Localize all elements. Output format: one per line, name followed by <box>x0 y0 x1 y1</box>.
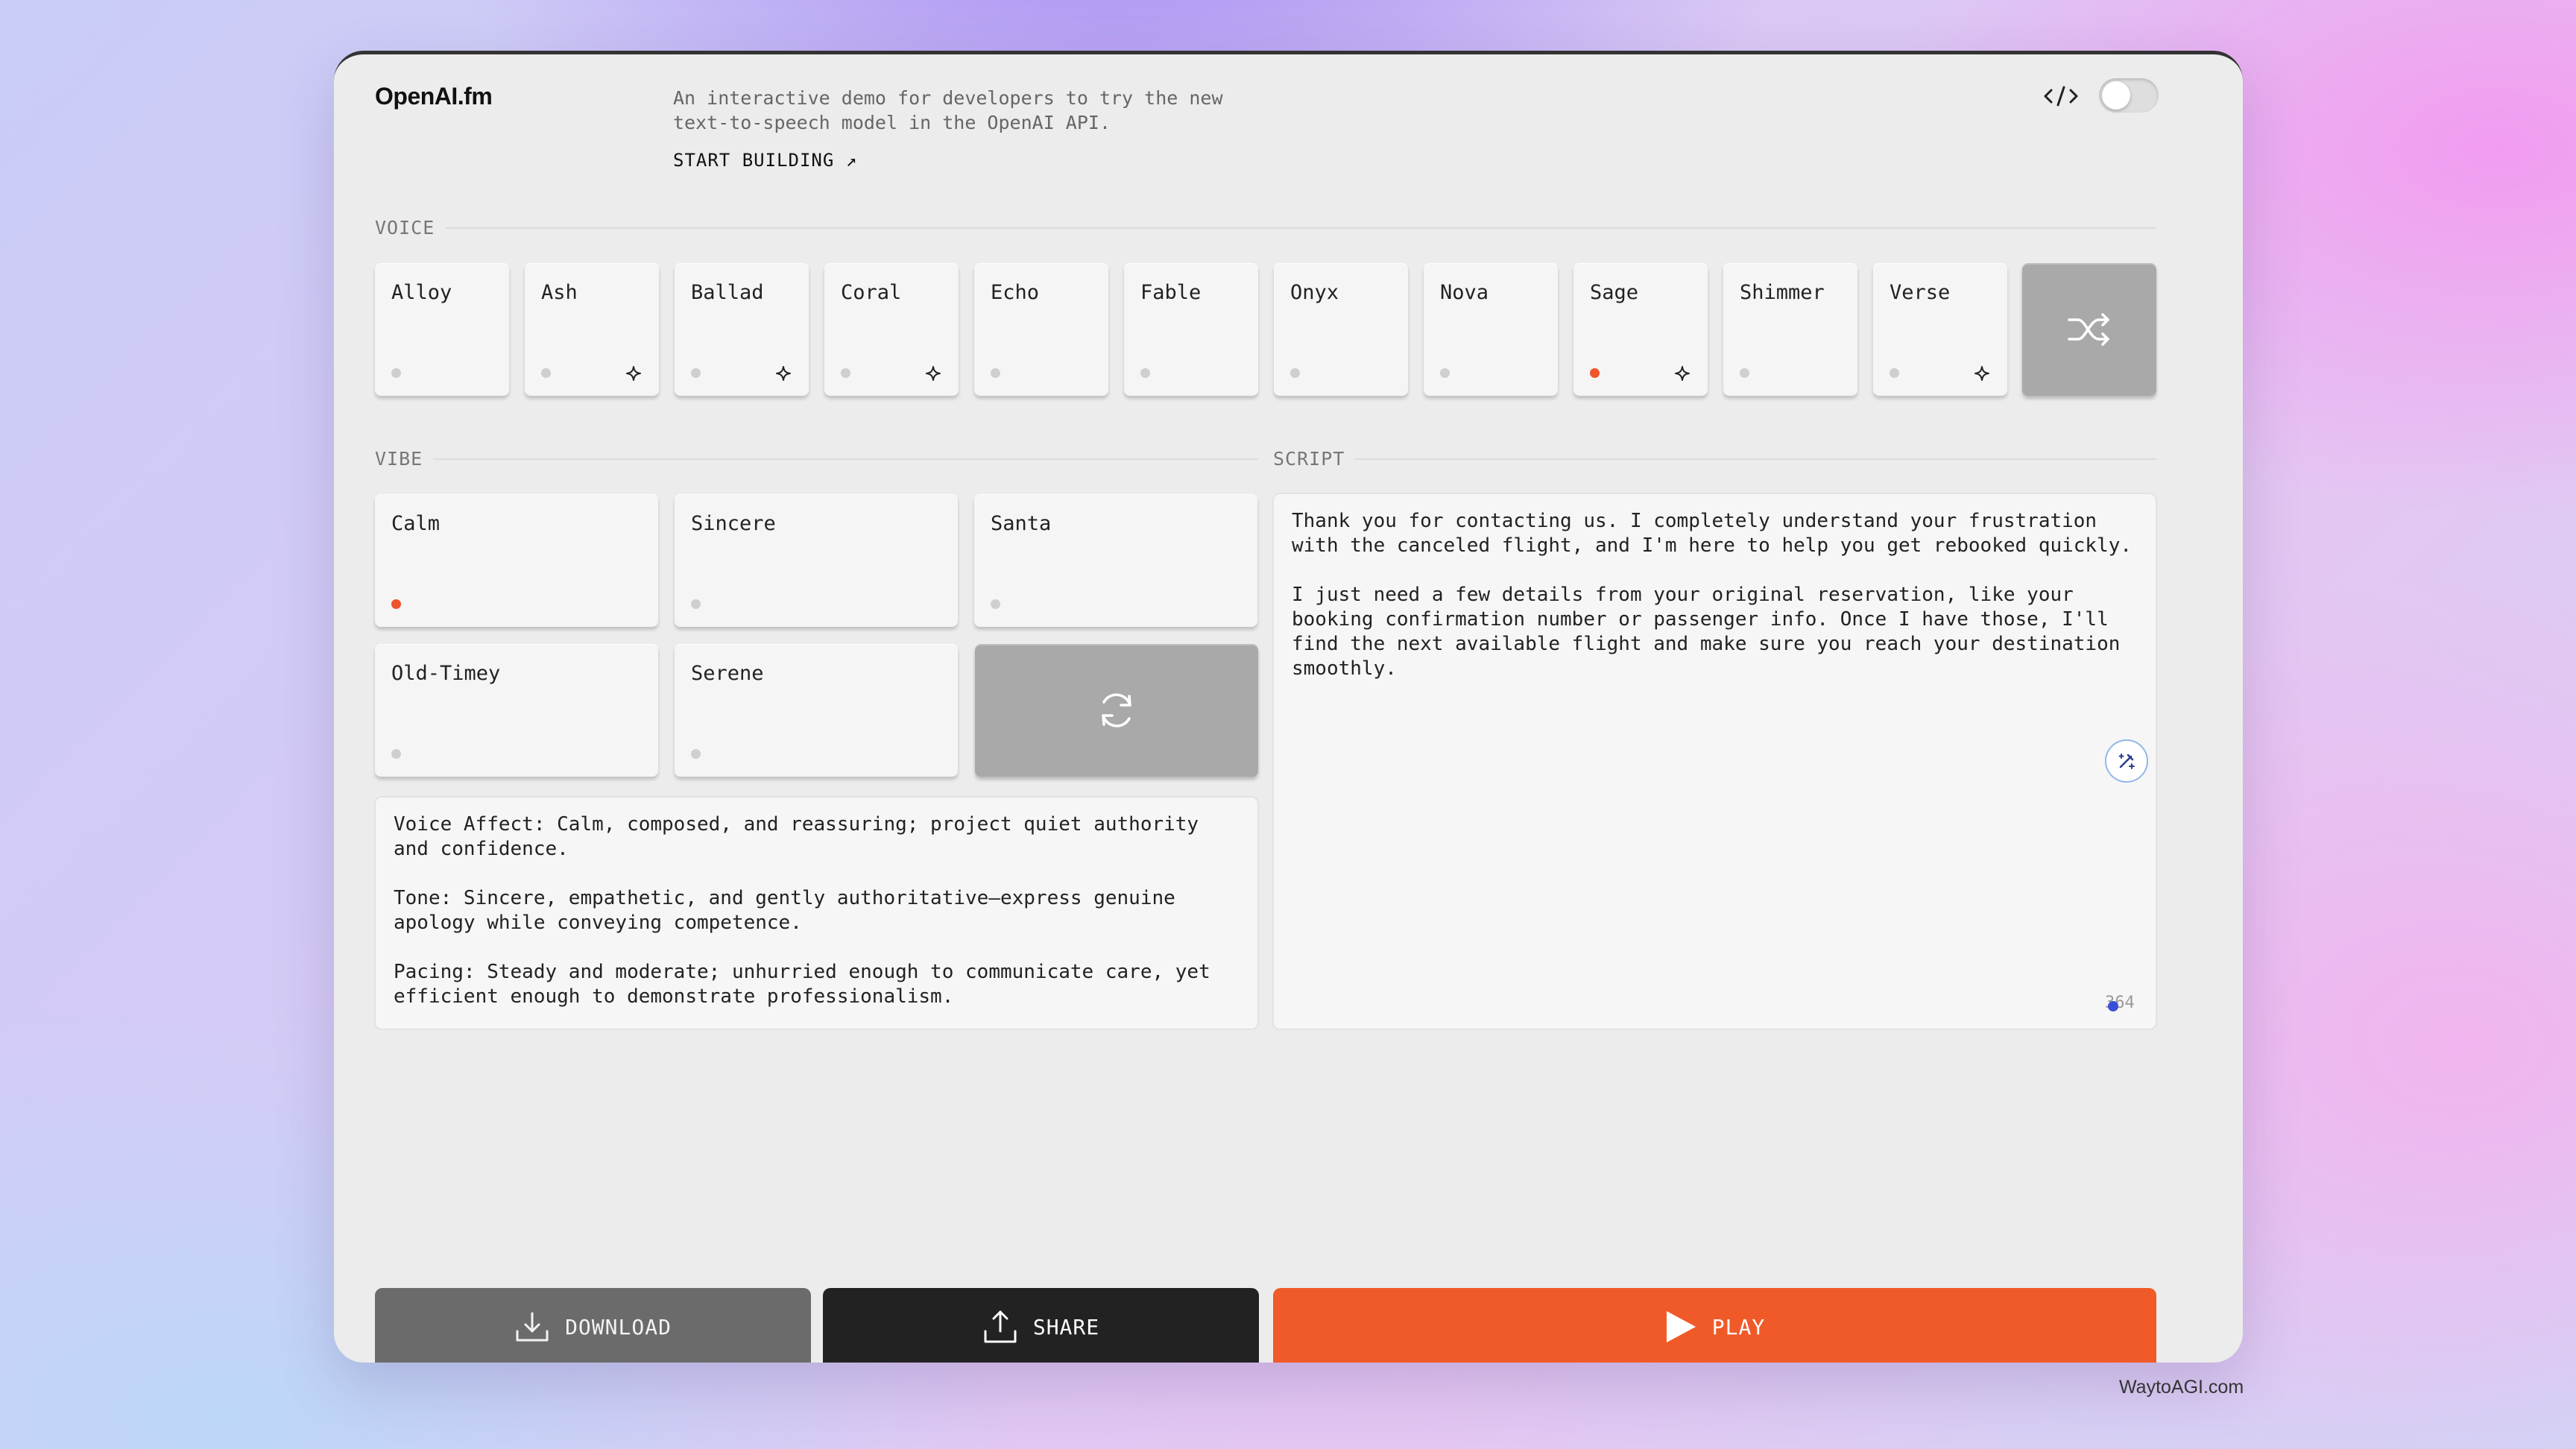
vibe-option[interactable]: Old-Timey <box>375 644 658 777</box>
selection-dot <box>541 368 551 378</box>
toggle-knob <box>2102 81 2130 110</box>
voice-option[interactable]: Ballad <box>675 263 809 396</box>
refresh-icon <box>1102 693 1131 727</box>
vibe-name: Serene <box>691 662 764 685</box>
voice-option[interactable]: Verse <box>1873 263 2007 396</box>
selection-dot <box>391 368 401 378</box>
sparkle-icon <box>924 364 942 382</box>
voice-name: Echo <box>991 281 1040 304</box>
divider <box>445 227 2156 229</box>
voice-option[interactable]: Nova <box>1424 263 1558 396</box>
voice-name: Alloy <box>391 281 452 304</box>
voice-name: Verse <box>1890 281 1951 304</box>
voice-option[interactable]: Fable <box>1124 263 1258 396</box>
divider <box>433 458 1258 460</box>
selection-dot <box>991 368 1000 378</box>
vibe-option[interactable]: Calm <box>375 494 658 627</box>
selection-dot <box>841 368 850 378</box>
vibe-description[interactable]: Voice Affect: Calm, composed, and reassu… <box>376 798 1257 1029</box>
voice-name: Ash <box>541 281 578 304</box>
download-label: DOWNLOAD <box>565 1314 672 1339</box>
voice-label: VOICE <box>375 217 435 239</box>
selection-dot <box>691 599 701 609</box>
selection-dot <box>1440 368 1450 378</box>
sparkle-icon <box>625 364 643 382</box>
vibe-name: Calm <box>391 512 441 535</box>
download-icon <box>514 1310 550 1343</box>
shuffle-voice-button[interactable] <box>2022 263 2156 396</box>
voice-option[interactable]: Sage <box>1573 263 1708 396</box>
selection-dot <box>691 368 701 378</box>
voice-option[interactable]: Coral <box>824 263 959 396</box>
share-icon <box>982 1310 1018 1343</box>
vibe-label: VIBE <box>375 448 423 470</box>
sparkle-icon <box>774 364 792 382</box>
play-label: PLAY <box>1711 1314 1766 1339</box>
tagline: An interactive demo for developers to tr… <box>673 87 1223 133</box>
vibe-name: Old-Timey <box>391 662 501 685</box>
vibe-name: Santa <box>991 512 1052 535</box>
refresh-vibes-button[interactable] <box>975 644 1258 777</box>
vibe-name: Sincere <box>691 512 776 535</box>
sparkle-icon <box>1673 364 1691 382</box>
vibe-option[interactable]: Serene <box>675 644 958 777</box>
play-button[interactable]: PLAY <box>1273 1288 2156 1363</box>
voice-option[interactable]: Shimmer <box>1723 263 1857 396</box>
voice-name: Ballad <box>691 281 764 304</box>
char-count: 364 <box>2105 994 2135 1012</box>
selection-dot <box>991 599 1000 609</box>
voice-name: Sage <box>1590 281 1639 304</box>
cursor-icon <box>2108 1001 2118 1011</box>
voice-name: Fable <box>1140 281 1202 304</box>
selection-dot <box>1140 368 1150 378</box>
selection-dot <box>391 599 401 609</box>
brand-logo[interactable]: OpenAI.fm <box>375 83 493 110</box>
voice-option[interactable]: Ash <box>525 263 659 396</box>
voice-option[interactable]: Onyx <box>1274 263 1408 396</box>
vibe-section-label: VIBE <box>375 448 1258 470</box>
theme-toggle[interactable] <box>2099 78 2159 113</box>
play-icon <box>1664 1310 1697 1343</box>
share-label: SHARE <box>1032 1314 1100 1339</box>
magic-wand-icon <box>2118 754 2135 769</box>
code-icon[interactable] <box>2041 81 2081 111</box>
voice-name: Shimmer <box>1740 281 1825 304</box>
selection-dot <box>691 749 701 759</box>
script-label: SCRIPT <box>1273 448 1345 470</box>
sparkle-icon <box>1973 364 1991 382</box>
vibe-option[interactable]: Santa <box>974 494 1257 627</box>
voice-name: Nova <box>1440 281 1489 304</box>
app-window: OpenAI.fm An interactive demo for develo… <box>334 51 2243 1363</box>
voice-section-label: VOICE <box>375 217 2156 239</box>
voice-option[interactable]: Alloy <box>375 263 509 396</box>
voice-name: Onyx <box>1290 281 1339 304</box>
script-input[interactable]: Thank you for contacting us. I completel… <box>1274 494 2156 1029</box>
selection-dot <box>1290 368 1300 378</box>
share-button[interactable]: SHARE <box>823 1288 1259 1363</box>
script-section-label: SCRIPT <box>1273 448 2156 470</box>
shuffle-icon <box>2068 313 2109 346</box>
selection-dot <box>1590 368 1600 378</box>
selection-dot <box>1890 368 1899 378</box>
rewrite-script-button[interactable] <box>2105 739 2148 783</box>
start-building-link[interactable]: START BUILDING ↗ <box>673 150 857 171</box>
selection-dot <box>391 749 401 759</box>
vibe-option[interactable]: Sincere <box>675 494 958 627</box>
voice-name: Coral <box>841 281 902 304</box>
watermark: WaytoAGI.com <box>2119 1377 2244 1398</box>
voice-option[interactable]: Echo <box>974 263 1108 396</box>
selection-dot <box>1740 368 1749 378</box>
download-button[interactable]: DOWNLOAD <box>375 1288 811 1363</box>
divider <box>1355 458 2156 460</box>
